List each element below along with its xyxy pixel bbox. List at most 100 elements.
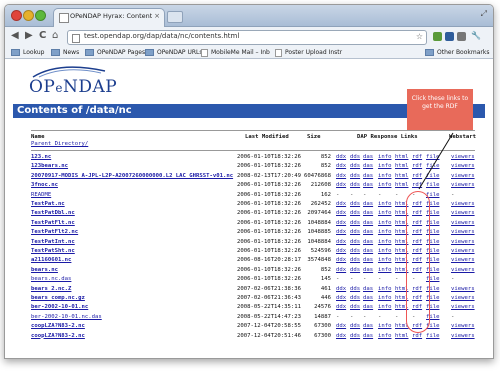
info-link[interactable]: info — [378, 219, 391, 227]
file-name-link[interactable]: bears.nc — [31, 266, 58, 274]
info-link[interactable]: info — [378, 200, 391, 208]
das-link[interactable]: das — [363, 162, 373, 170]
viewers-link[interactable]: viewers — [451, 322, 475, 330]
ddx-link[interactable]: ddx — [336, 256, 346, 264]
bookmark-opendap-pages[interactable]: OPeNDAP Pages — [85, 47, 145, 58]
html-link[interactable]: html — [395, 181, 408, 189]
tab-close-icon[interactable]: × — [154, 12, 160, 20]
info-link[interactable]: info — [378, 332, 391, 340]
ddx-link[interactable]: ddx — [336, 294, 346, 302]
new-tab-button[interactable] — [167, 11, 183, 23]
dds-link[interactable]: dds — [350, 228, 360, 236]
bookmark-news[interactable]: News — [51, 47, 79, 58]
info-link[interactable]: info — [378, 322, 391, 330]
das-link[interactable]: das — [363, 181, 373, 189]
ddx-link[interactable]: ddx — [336, 200, 346, 208]
file-name-link[interactable]: 123.nc — [31, 153, 51, 161]
info-link[interactable]: info — [378, 303, 391, 311]
file-name-link[interactable]: bears_2.nc.Z — [31, 285, 71, 293]
ddx-link[interactable]: ddx — [336, 228, 346, 236]
das-link[interactable]: das — [363, 228, 373, 236]
das-link[interactable]: das — [363, 303, 373, 311]
info-link[interactable]: info — [378, 247, 391, 255]
wrench-menu-icon[interactable]: 🔧 — [471, 31, 481, 41]
das-link[interactable]: das — [363, 153, 373, 161]
dds-link[interactable]: dds — [350, 209, 360, 217]
file-name-link[interactable]: TestPatInt.nc — [31, 238, 75, 246]
viewers-link[interactable]: viewers — [451, 219, 475, 227]
back-button[interactable]: ◀ — [11, 31, 19, 41]
das-link[interactable]: das — [363, 172, 373, 180]
zoom-window-button[interactable] — [35, 10, 46, 21]
tab-opendap-contents[interactable]: OPeNDAP Hyrax: Contents o × — [53, 8, 165, 27]
dds-link[interactable]: dds — [350, 303, 360, 311]
ddx-link[interactable]: ddx — [336, 332, 346, 340]
close-window-button[interactable] — [11, 10, 22, 21]
bookmark-other-bookmarks[interactable]: Other Bookmarks — [425, 47, 489, 58]
dds-link[interactable]: dds — [350, 332, 360, 340]
ddx-link[interactable]: ddx — [336, 219, 346, 227]
address-bar-url[interactable]: test.opendap.org/dap/data/nc/contents.ht… — [84, 32, 239, 40]
file-name-link[interactable]: TestPatFlt.nc — [31, 219, 75, 227]
file-name-link[interactable]: a21160601.nc — [31, 256, 71, 264]
ddx-link[interactable]: ddx — [336, 247, 346, 255]
extension-blue-icon[interactable] — [445, 32, 454, 41]
file-name-link[interactable]: bears_comp.nc.gz — [31, 294, 85, 302]
viewers-link[interactable]: viewers — [451, 256, 475, 264]
dds-link[interactable]: dds — [350, 153, 360, 161]
forward-button[interactable]: ▶ — [25, 31, 33, 41]
viewers-link[interactable]: viewers — [451, 200, 475, 208]
dds-link[interactable]: dds — [350, 219, 360, 227]
das-link[interactable]: das — [363, 285, 373, 293]
das-link[interactable]: das — [363, 332, 373, 340]
file-name-link[interactable]: ber-2002-10-01.nc — [31, 303, 88, 311]
das-link[interactable]: das — [363, 247, 373, 255]
info-link[interactable]: info — [378, 162, 391, 170]
extension-green-icon[interactable] — [433, 32, 442, 41]
info-link[interactable]: info — [378, 294, 391, 302]
dds-link[interactable]: dds — [350, 266, 360, 274]
html-link[interactable]: html — [395, 162, 408, 170]
info-link[interactable]: info — [378, 209, 391, 217]
ddx-link[interactable]: ddx — [336, 322, 346, 330]
viewers-link[interactable]: viewers — [451, 209, 475, 217]
html-link[interactable]: html — [395, 332, 408, 340]
file-name-link[interactable]: 3fnoc.nc — [31, 181, 58, 189]
das-link[interactable]: das — [363, 219, 373, 227]
file-name-link[interactable]: 20070917-MODIS_A-JPL-L2P-A2007260000000.… — [31, 172, 233, 180]
info-link[interactable]: info — [378, 153, 391, 161]
file-name-link[interactable]: 123bears.nc — [31, 162, 68, 170]
bookmark-poster-upload[interactable]: Poster Upload Instr — [275, 47, 342, 58]
ddx-link[interactable]: ddx — [336, 209, 346, 217]
das-link[interactable]: das — [363, 200, 373, 208]
ddx-link[interactable]: ddx — [336, 238, 346, 246]
bookmark-opendap-urls[interactable]: OPeNDAP URLs — [145, 47, 202, 58]
extension-gray-icon[interactable] — [457, 32, 466, 41]
viewers-link[interactable]: viewers — [451, 238, 475, 246]
das-link[interactable]: das — [363, 238, 373, 246]
viewers-link[interactable]: viewers — [451, 266, 475, 274]
info-link[interactable]: info — [378, 266, 391, 274]
info-link[interactable]: info — [378, 238, 391, 246]
dds-link[interactable]: dds — [350, 322, 360, 330]
info-link[interactable]: info — [378, 256, 391, 264]
das-link[interactable]: das — [363, 266, 373, 274]
das-link[interactable]: das — [363, 209, 373, 217]
viewers-link[interactable]: viewers — [451, 247, 475, 255]
file-name-link[interactable]: TestPat.nc — [31, 200, 65, 208]
info-link[interactable]: info — [378, 228, 391, 236]
home-button[interactable]: ⌂ — [52, 31, 58, 41]
file-name-link[interactable]: coopLZA?N83-2.nc — [31, 322, 85, 330]
file-name-link[interactable]: TestPatSht.nc — [31, 247, 75, 255]
bookmark-star-icon[interactable]: ☆ — [416, 32, 423, 41]
info-link[interactable]: info — [378, 181, 391, 189]
ddx-link[interactable]: ddx — [336, 285, 346, 293]
viewers-link[interactable]: viewers — [451, 294, 475, 302]
dds-link[interactable]: dds — [350, 294, 360, 302]
address-bar[interactable]: test.opendap.org/dap/data/nc/contents.ht… — [67, 30, 427, 45]
dds-link[interactable]: dds — [350, 162, 360, 170]
viewers-link[interactable]: viewers — [451, 285, 475, 293]
fullscreen-icon[interactable]: ⤢ — [481, 9, 487, 19]
ddx-link[interactable]: ddx — [336, 266, 346, 274]
viewers-link[interactable]: viewers — [451, 228, 475, 236]
